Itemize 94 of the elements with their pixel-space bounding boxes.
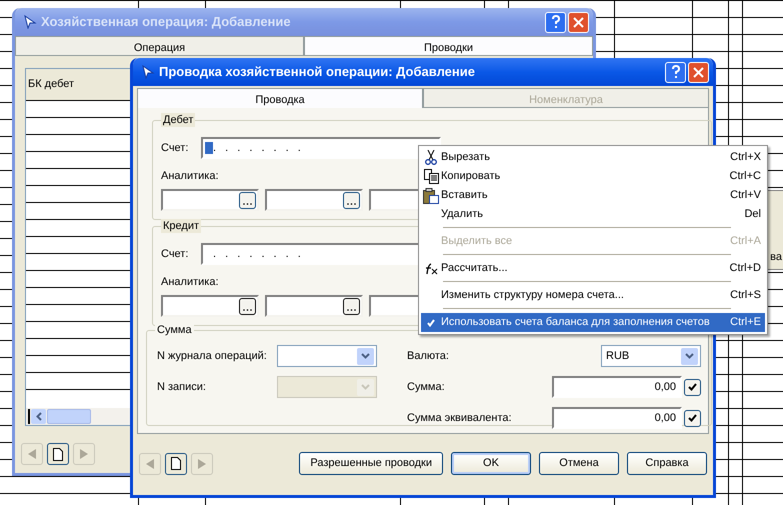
menu-item[interactable]: Копировать Ctrl+C <box>421 167 765 186</box>
browse-button[interactable] <box>239 192 256 208</box>
amount-field[interactable]: 0,00 <box>552 376 682 398</box>
left-triangle-icon <box>146 458 154 468</box>
amount-field[interactable]: 0,00 <box>552 407 682 429</box>
tab[interactable]: Проводки <box>304 36 593 56</box>
group-legend: Кредит <box>161 219 202 233</box>
menu-label: Удалить <box>441 207 484 222</box>
field-value: 0,00 <box>654 380 676 395</box>
analytics-field[interactable] <box>265 295 363 317</box>
analytics-field[interactable] <box>161 189 259 211</box>
checkbox[interactable] <box>684 410 701 426</box>
help-button[interactable] <box>665 62 686 82</box>
right-triangle-icon <box>80 449 88 459</box>
chevron-down-icon <box>685 353 694 359</box>
shortcut-label: Ctrl+X <box>730 150 761 166</box>
shortcut-label: Ctrl+D <box>730 261 761 276</box>
analytics-field[interactable] <box>161 295 259 317</box>
help-icon <box>550 15 560 29</box>
dialog-button[interactable]: Разрешенные проводки <box>299 452 443 475</box>
shortcut-label: Ctrl+E <box>730 315 761 330</box>
account-mask: . . . . . . . . <box>213 246 304 262</box>
window-title: Хозяйственная операция: Добавление <box>41 13 291 32</box>
function-icon <box>423 262 439 274</box>
scissors-icon <box>425 150 437 165</box>
menu-item[interactable]: Вставить Ctrl+V <box>421 186 765 205</box>
dialog-button[interactable]: OK <box>451 452 531 475</box>
menu-label: Выделить все <box>441 234 514 250</box>
menu-label: Вырезать <box>441 150 491 166</box>
menu-item[interactable]: Изменить структуру номера счета... Ctrl+S <box>421 286 765 305</box>
scroll-thumb[interactable] <box>47 409 91 424</box>
panel-text: ва <box>770 252 782 263</box>
browse-button[interactable] <box>343 192 360 208</box>
app-icon <box>23 15 37 29</box>
help-button[interactable] <box>545 12 566 32</box>
dropdown-field[interactable]: RUB <box>601 345 701 367</box>
menu-label: Использовать счета баланса для заполнения счетов <box>441 315 711 330</box>
field-label: Счет: <box>161 246 190 262</box>
help-icon <box>670 65 680 79</box>
account-field[interactable]: . . . . . . . . <box>201 137 441 159</box>
analytics-field[interactable] <box>265 189 363 211</box>
paste-icon <box>423 188 439 204</box>
account-mask: . . . . . . . . <box>213 140 304 156</box>
new-button[interactable] <box>47 443 69 465</box>
left-triangle-icon <box>28 449 36 459</box>
field-label: Счет: <box>161 140 190 156</box>
check-icon <box>688 383 697 391</box>
chevron-down-icon <box>361 384 370 390</box>
dialog-button[interactable]: Отмена <box>539 452 619 475</box>
field-label: N журнала операций: <box>157 348 268 364</box>
scroll-left-button[interactable] <box>31 409 46 424</box>
field-label: Сумма эквивалента: <box>407 410 513 426</box>
field-value: RUB <box>606 348 630 364</box>
shortcut-label: Ctrl+S <box>730 288 761 304</box>
dialog-button[interactable]: Справка <box>627 452 707 475</box>
close-icon <box>693 66 704 78</box>
shortcut-label: Del <box>744 207 761 222</box>
dropdown-field[interactable] <box>277 345 377 367</box>
text-cursor <box>205 142 213 154</box>
menu-label: Вставить <box>441 188 489 204</box>
app-icon <box>141 65 155 79</box>
shortcut-label: Ctrl+A <box>730 234 761 250</box>
field-value: 0,00 <box>654 410 676 426</box>
browse-button[interactable] <box>343 298 360 314</box>
checkbox[interactable] <box>684 378 701 396</box>
shortcut-label: Ctrl+C <box>730 169 761 184</box>
group-legend: Сумма <box>155 323 194 337</box>
field-label: Аналитика: <box>161 275 219 290</box>
check-icon <box>688 414 697 422</box>
menu-label: Изменить структуру номера счета... <box>441 288 625 304</box>
menu-item[interactable]: Использовать счета баланса для заполнения счетов Ctrl+E <box>421 313 765 332</box>
menu-label: Копировать <box>441 169 502 184</box>
page-icon <box>171 457 181 470</box>
shortcut-label: Ctrl+V <box>730 188 761 204</box>
group-legend: Дебет <box>161 113 196 127</box>
field-label: Валюта: <box>407 348 450 364</box>
copy-icon <box>424 169 438 184</box>
close-button[interactable] <box>688 62 709 82</box>
field-label: Сумма: <box>407 380 446 395</box>
chevron-down-icon <box>361 353 370 359</box>
browse-button[interactable] <box>239 298 256 314</box>
new-button[interactable] <box>165 452 187 474</box>
chevron-left-icon <box>36 412 42 421</box>
field-label: Аналитика: <box>161 169 219 184</box>
close-icon <box>573 16 584 28</box>
field-label: N записи: <box>157 380 207 395</box>
menu-label: Рассчитать... <box>441 261 509 276</box>
tab[interactable]: Операция <box>15 36 304 56</box>
window-title: Проводка хозяйственной операции: Добавление <box>159 63 475 82</box>
close-button[interactable] <box>568 12 589 32</box>
tab[interactable]: Проводка <box>137 88 423 108</box>
menu-item[interactable]: Удалить Del <box>421 205 765 224</box>
right-triangle-icon <box>198 458 206 468</box>
page-icon <box>53 448 63 460</box>
